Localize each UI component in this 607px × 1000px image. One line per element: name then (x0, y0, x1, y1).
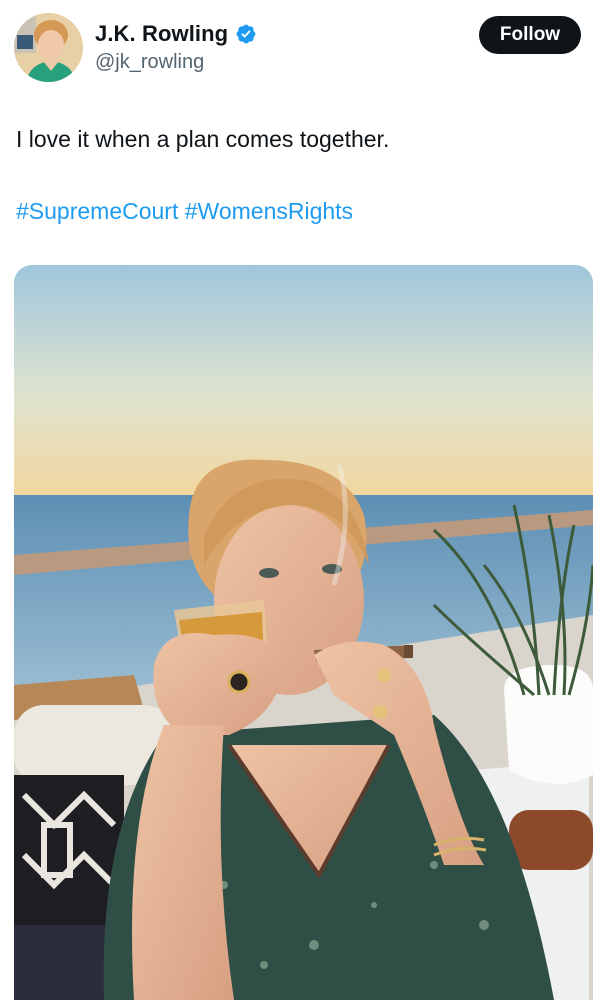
author-display-name[interactable]: J.K. Rowling (95, 21, 228, 47)
tweet-text: I love it when a plan comes together. (16, 126, 390, 152)
hashtag-link[interactable]: #SupremeCourt (16, 198, 178, 224)
avatar[interactable] (14, 13, 83, 82)
author-handle[interactable]: @jk_rowling (95, 51, 204, 74)
author-name-row: J.K. Rowling (95, 20, 257, 48)
hashtag-link[interactable]: #WomensRights (185, 198, 353, 224)
tweet-photo[interactable] (14, 265, 593, 1000)
follow-button[interactable]: Follow (479, 16, 581, 54)
tweet-hashtags: #SupremeCourt #WomensRights (16, 196, 353, 226)
verified-badge-icon (236, 24, 256, 44)
